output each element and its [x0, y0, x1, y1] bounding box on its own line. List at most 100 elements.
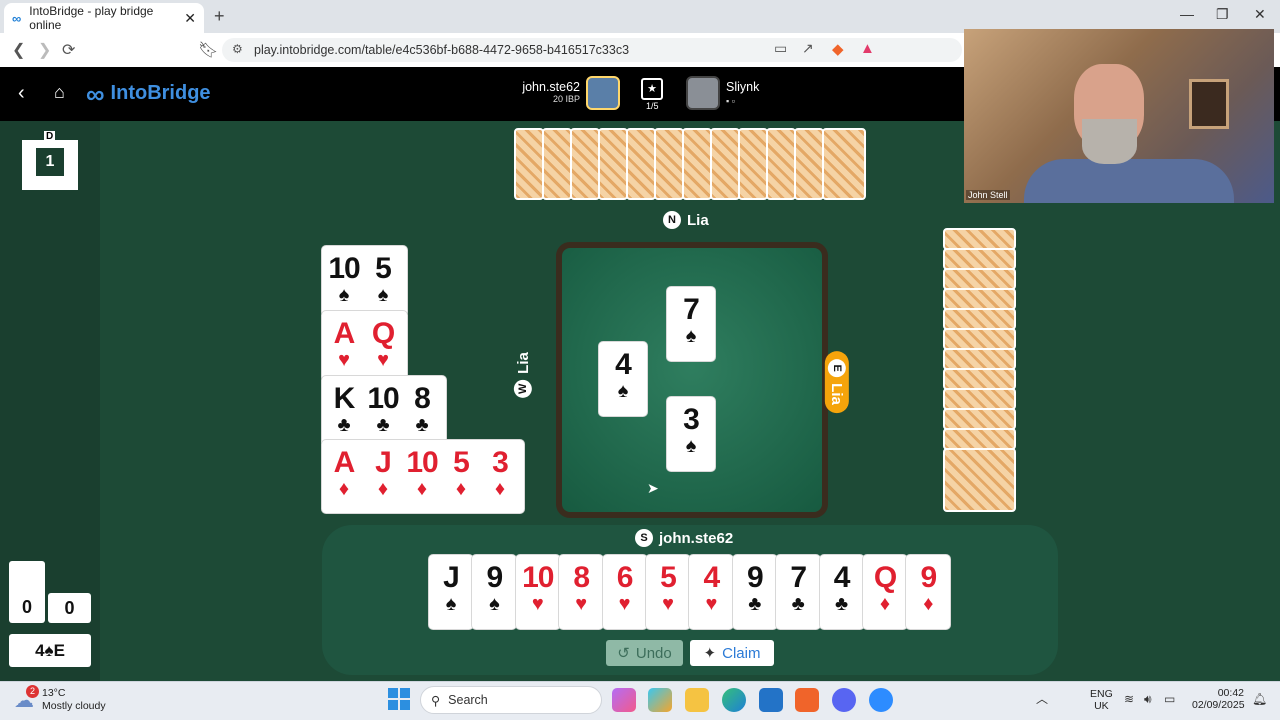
- lang-line1: ENG: [1090, 688, 1113, 700]
- seat-south-name: john.ste62: [659, 529, 734, 547]
- south-hand-card[interactable]: 6 ♥: [602, 555, 647, 629]
- video-call-window[interactable]: [964, 29, 1274, 203]
- taskbar-search[interactable]: ⚲ Search: [420, 686, 602, 714]
- volume-icon[interactable]: 🔊︎: [1144, 692, 1152, 707]
- card-suit: ♥: [531, 593, 544, 615]
- dummy-card[interactable]: K ♣: [325, 376, 363, 442]
- search-icon: ⚲: [431, 693, 441, 708]
- card-suit: ♦: [338, 478, 350, 500]
- file-explorer-icon[interactable]: [685, 688, 709, 712]
- window-close-button[interactable]: ✕: [1254, 6, 1266, 23]
- east-card-back: [943, 248, 1016, 270]
- app-back-icon[interactable]: ‹: [18, 82, 25, 105]
- east-card-back: [943, 448, 1016, 512]
- home-icon[interactable]: ⌂: [54, 82, 65, 103]
- search-label: Search: [448, 693, 488, 707]
- card-suit: ♦: [377, 478, 389, 500]
- browser-tab[interactable]: ∞ IntoBridge - play bridge online ✕: [4, 3, 204, 33]
- player2-name: Sliynk: [726, 80, 760, 94]
- east-card-back: [943, 308, 1016, 330]
- dummy-card[interactable]: 8 ♣: [403, 376, 441, 442]
- zoom-icon[interactable]: [869, 688, 893, 712]
- south-hand-card[interactable]: Q ♦: [863, 555, 907, 629]
- discord-icon[interactable]: [832, 688, 856, 712]
- store-icon[interactable]: [759, 688, 783, 712]
- player2-avatar[interactable]: [686, 76, 720, 110]
- card-rank: 4: [615, 348, 632, 381]
- card-suit: ♥: [662, 593, 674, 615]
- cast-icon[interactable]: ▭: [774, 40, 787, 57]
- claim-button[interactable]: ✦ Claim: [690, 640, 774, 666]
- dummy-card[interactable]: 3 ♦: [481, 440, 519, 506]
- start-button[interactable]: [388, 688, 410, 710]
- seat-south-letter: S: [635, 529, 653, 547]
- dummy-card[interactable]: A ♦: [325, 440, 363, 506]
- trick-card-north: 7 ♠: [667, 287, 715, 361]
- forward-arrow-icon[interactable]: ❯: [38, 40, 51, 60]
- seat-east-name: Lia: [828, 383, 846, 405]
- south-hand-card[interactable]: 9 ♣: [732, 555, 777, 629]
- back-arrow-icon[interactable]: ❮: [12, 40, 25, 60]
- south-hand-card[interactable]: 5 ♥: [646, 555, 690, 629]
- clock-date: 02/09/2025: [1192, 699, 1245, 711]
- board-number: 1: [36, 148, 64, 176]
- brave-shield-icon[interactable]: ◆: [832, 40, 844, 58]
- seat-north: N Lia: [663, 211, 709, 229]
- north-card-back: [598, 128, 628, 200]
- dummy-card[interactable]: 5 ♠: [364, 246, 402, 312]
- dummy-card[interactable]: 10 ♦: [403, 440, 441, 506]
- bookmark-icon[interactable]: 🔖︎: [198, 40, 218, 60]
- share-icon[interactable]: ↗: [802, 40, 814, 57]
- video-participant-name: John Stell: [966, 190, 1010, 200]
- dummy-card[interactable]: 10 ♠: [325, 246, 363, 312]
- east-card-back: [943, 408, 1016, 430]
- dummy-card[interactable]: Q ♥: [364, 311, 402, 377]
- clock-time: 00:42: [1217, 687, 1244, 699]
- card-rank: K: [333, 382, 356, 415]
- reload-icon[interactable]: ⟳: [62, 40, 75, 60]
- app-icon-1[interactable]: [612, 688, 636, 712]
- notification-icon[interactable]: 🔔︎: [1252, 692, 1267, 706]
- north-card-back: [794, 128, 824, 200]
- wifi-icon[interactable]: ≋: [1124, 692, 1134, 706]
- brand-logo[interactable]: ∞ IntoBridge: [86, 81, 211, 107]
- brave-rewards-icon[interactable]: ▲: [860, 40, 875, 57]
- card-rank: A: [333, 446, 356, 479]
- south-hand-card[interactable]: 9 ♦: [906, 555, 951, 629]
- seat-south: S john.ste62: [635, 529, 733, 547]
- dummy-card[interactable]: A ♥: [325, 311, 363, 377]
- south-hand-card[interactable]: 9 ♠: [472, 555, 517, 629]
- card-suit: ♣: [337, 414, 351, 436]
- url-bar[interactable]: play.intobridge.com/table/e4c536bf-b688-…: [222, 38, 962, 62]
- language-indicator[interactable]: ENG UK: [1090, 688, 1113, 712]
- card-suit: ♥: [618, 593, 631, 615]
- tournament-calendar-icon[interactable]: ★: [641, 78, 663, 100]
- clock[interactable]: 00:42 02/09/2025: [1192, 687, 1245, 711]
- player1-name: john.ste62: [522, 80, 580, 94]
- tray-overflow-icon[interactable]: ︿: [1036, 690, 1048, 707]
- undo-button[interactable]: ↺ Undo: [606, 640, 683, 666]
- card-suit: ♦: [494, 478, 506, 500]
- copilot-icon[interactable]: [648, 688, 672, 712]
- dummy-card[interactable]: 10 ♣: [364, 376, 402, 442]
- maximize-button[interactable]: ❐: [1216, 6, 1229, 23]
- south-hand-card[interactable]: 8 ♥: [559, 555, 604, 629]
- dummy-card[interactable]: J ♦: [364, 440, 402, 506]
- new-tab-button[interactable]: +: [214, 6, 225, 27]
- south-hand-card[interactable]: 10 ♥: [515, 555, 560, 629]
- brave-icon[interactable]: [795, 688, 819, 712]
- edge-icon[interactable]: [722, 688, 746, 712]
- battery-icon[interactable]: ▭: [1164, 692, 1175, 706]
- player1-avatar[interactable]: [586, 76, 620, 110]
- card-suit: ♣: [791, 593, 805, 615]
- south-hand-card[interactable]: 4 ♥: [689, 555, 734, 629]
- dummy-card[interactable]: 5 ♦: [442, 440, 480, 506]
- player1-rating: 20 IBP: [552, 94, 580, 104]
- south-hand-card[interactable]: J ♠: [429, 555, 473, 629]
- tab-close-icon[interactable]: ✕: [184, 10, 196, 27]
- player2-flag-icon: ▪ ▫: [726, 96, 735, 106]
- site-info-icon[interactable]: ⚙: [232, 42, 243, 56]
- south-hand-card[interactable]: 4 ♣: [819, 555, 864, 629]
- minimize-button[interactable]: —: [1180, 6, 1194, 22]
- south-hand-card[interactable]: 7 ♣: [776, 555, 821, 629]
